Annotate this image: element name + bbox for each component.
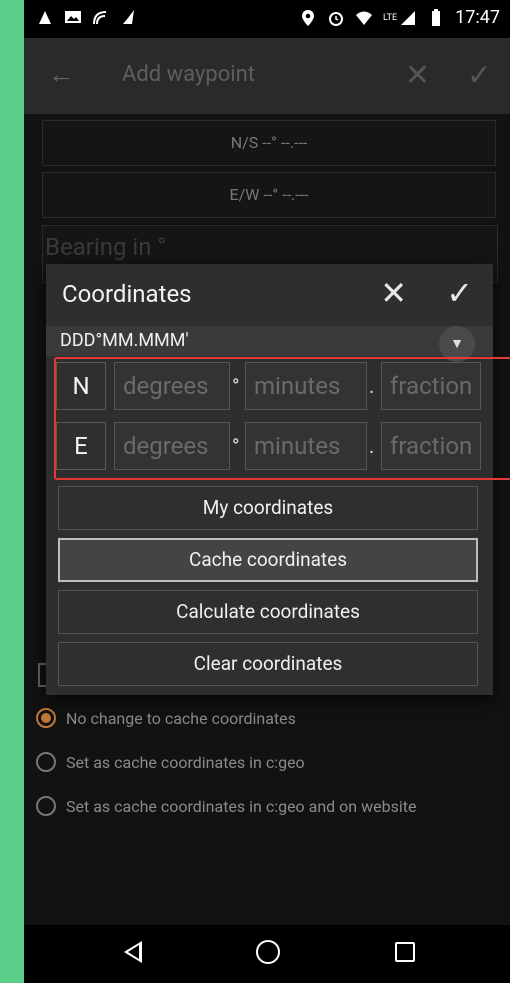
notification-app-icon	[39, 11, 51, 24]
battery-icon	[432, 8, 441, 26]
latitude-button[interactable]: N/S --° --.---	[42, 120, 496, 166]
confirm-check-icon[interactable]: ✓	[446, 274, 473, 312]
radio-set-cgeo-website[interactable]: Set as cache coordinates in c:geo and on…	[36, 796, 416, 816]
page-title: Add waypoint	[122, 62, 255, 87]
format-selector[interactable]: DDD°MM.MMM'	[46, 326, 493, 356]
calculate-coordinates-button[interactable]: Calculate coordinates	[58, 590, 478, 634]
format-value: DDD°MM.MMM'	[60, 330, 189, 351]
close-icon[interactable]: ✕	[405, 58, 430, 93]
longitude-button[interactable]: E/W --° --.---	[42, 172, 496, 218]
status-bar: LTE 17:47	[24, 0, 510, 38]
clear-coordinates-button[interactable]: Clear coordinates	[58, 642, 478, 686]
radio-unselected-icon	[36, 752, 56, 772]
app-bar: ← Add waypoint ✕ ✓	[24, 38, 510, 114]
phone-screen: LTE 17:47 ← Add waypoint ✕ ✓ N/S --° --.…	[24, 0, 510, 983]
close-icon[interactable]: ✕	[380, 274, 407, 312]
nav-back-icon[interactable]	[124, 941, 142, 963]
my-coordinates-button[interactable]: My coordinates	[58, 486, 478, 530]
radio-selected-icon	[36, 708, 56, 728]
location-icon	[302, 9, 315, 26]
signal-icon	[401, 10, 416, 25]
nav-home-icon[interactable]	[256, 940, 280, 964]
image-icon	[65, 11, 81, 23]
highlight-box	[54, 357, 510, 480]
wifi-icon	[356, 11, 373, 25]
alarm-icon	[329, 11, 344, 26]
nav-recents-icon[interactable]	[395, 942, 415, 962]
navigation-bar	[24, 925, 510, 983]
clock: 17:47	[455, 7, 500, 28]
network-type: LTE	[383, 12, 398, 23]
cache-coordinates-button[interactable]: Cache coordinates	[58, 538, 478, 582]
back-arrow-icon[interactable]: ←	[48, 62, 74, 88]
radio-no-change[interactable]: No change to cache coordinates	[36, 708, 296, 728]
radio-set-cgeo[interactable]: Set as cache coordinates in c:geo	[36, 752, 305, 772]
radio-label: Set as cache coordinates in c:geo	[66, 752, 305, 772]
wifi-call-icon	[93, 11, 107, 25]
radio-unselected-icon	[36, 796, 56, 816]
radio-label: Set as cache coordinates in c:geo and on…	[66, 796, 417, 816]
dialog-title: Coordinates	[62, 280, 192, 308]
radio-label: No change to cache coordinates	[66, 708, 296, 728]
broom-icon	[123, 10, 134, 24]
confirm-check-icon[interactable]: ✓	[467, 58, 492, 93]
